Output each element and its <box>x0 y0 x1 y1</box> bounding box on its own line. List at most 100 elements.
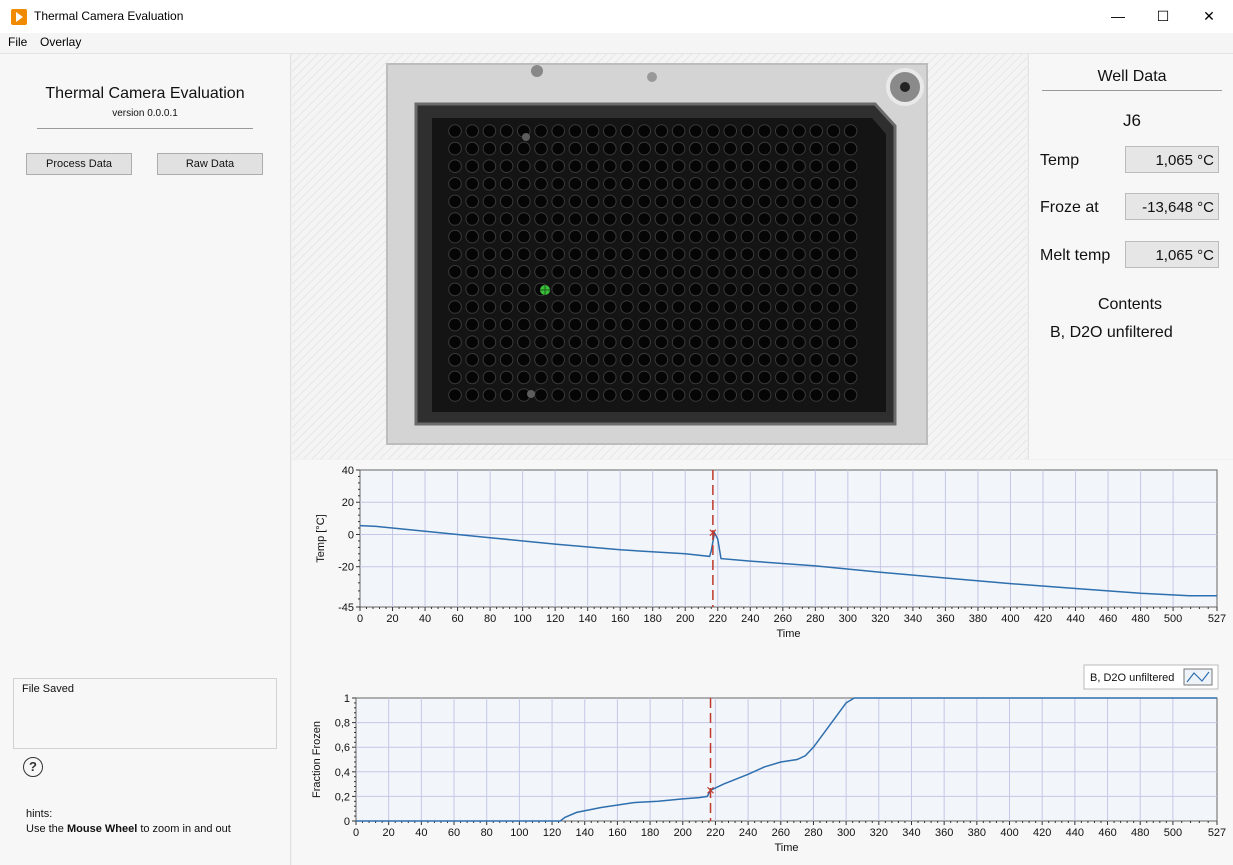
well-7-4[interactable] <box>517 247 531 261</box>
well-12-22[interactable] <box>826 335 841 350</box>
well-15-8[interactable] <box>585 388 600 402</box>
well-10-3[interactable] <box>499 300 514 314</box>
well-10-13[interactable] <box>671 300 686 314</box>
well-13-23[interactable] <box>843 353 858 367</box>
well-5-6[interactable] <box>551 212 566 226</box>
well-13-19[interactable] <box>775 353 789 367</box>
well-1-14[interactable] <box>689 141 703 156</box>
well-12-2[interactable] <box>482 335 497 350</box>
well-12-7[interactable] <box>568 335 583 350</box>
well-4-5[interactable] <box>534 194 548 209</box>
well-14-23[interactable] <box>843 370 858 385</box>
well-1-1[interactable] <box>465 141 479 156</box>
well-12-0[interactable] <box>448 335 462 350</box>
well-10-9[interactable] <box>603 300 617 314</box>
well-11-9[interactable] <box>603 317 617 332</box>
well-9-9[interactable] <box>603 282 617 297</box>
well-10-2[interactable] <box>482 300 497 314</box>
well-2-3[interactable] <box>499 159 514 173</box>
well-3-2[interactable] <box>482 177 497 191</box>
well-6-18[interactable] <box>757 229 772 244</box>
well-11-18[interactable] <box>757 317 772 332</box>
well-14-11[interactable] <box>637 370 652 385</box>
well-12-10[interactable] <box>620 335 634 350</box>
well-2-21[interactable] <box>809 159 824 173</box>
well-6-15[interactable] <box>706 229 720 244</box>
well-10-22[interactable] <box>826 300 841 314</box>
well-9-6[interactable] <box>551 282 566 297</box>
well-4-8[interactable] <box>585 194 600 209</box>
well-2-14[interactable] <box>689 159 703 173</box>
minimize-button[interactable]: — <box>1095 0 1141 33</box>
temperature-chart[interactable]: 0 20 40 60 80 100 120 140 160 180 200 220 240 260 280 3… <box>292 460 1233 655</box>
maximize-button[interactable]: ☐ <box>1140 0 1186 33</box>
well-8-1[interactable] <box>465 265 479 279</box>
well-1-2[interactable] <box>482 141 497 156</box>
well-13-20[interactable] <box>792 353 806 367</box>
well-11-15[interactable] <box>706 317 720 332</box>
well-7-15[interactable] <box>706 247 720 261</box>
well-14-19[interactable] <box>775 370 789 385</box>
well-7-18[interactable] <box>757 247 772 261</box>
well-2-11[interactable] <box>637 159 652 173</box>
well-2-8[interactable] <box>585 159 600 173</box>
well-1-13[interactable] <box>671 141 686 156</box>
well-12-20[interactable] <box>792 335 806 350</box>
well-5-21[interactable] <box>809 212 824 226</box>
well-13-2[interactable] <box>482 353 497 367</box>
well-8-8[interactable] <box>585 265 600 279</box>
well-1-21[interactable] <box>809 141 824 156</box>
well-5-15[interactable] <box>706 212 720 226</box>
well-1-3[interactable] <box>499 141 514 156</box>
well-14-12[interactable] <box>654 370 669 385</box>
well-8-14[interactable] <box>689 265 703 279</box>
well-6-23[interactable] <box>843 229 858 244</box>
well-9-12[interactable] <box>654 282 669 297</box>
well-7-16[interactable] <box>723 247 738 261</box>
well-7-22[interactable] <box>826 247 841 261</box>
well-15-7[interactable] <box>568 388 583 402</box>
well-11-17[interactable] <box>740 317 755 332</box>
well-14-3[interactable] <box>499 370 514 385</box>
well-10-21[interactable] <box>809 300 824 314</box>
well-2-7[interactable] <box>568 159 583 173</box>
well-11-8[interactable] <box>585 317 600 332</box>
well-15-10[interactable] <box>620 388 634 402</box>
well-0-12[interactable] <box>654 124 669 138</box>
well-2-22[interactable] <box>826 159 841 173</box>
well-2-5[interactable] <box>534 159 548 173</box>
well-8-19[interactable] <box>775 265 789 279</box>
well-3-4[interactable] <box>517 177 531 191</box>
well-4-14[interactable] <box>689 194 703 209</box>
well-13-7[interactable] <box>568 353 583 367</box>
raw-data-button[interactable]: Raw Data <box>157 153 263 175</box>
well-6-12[interactable] <box>654 229 669 244</box>
well-10-12[interactable] <box>654 300 669 314</box>
well-12-13[interactable] <box>671 335 686 350</box>
well-8-0[interactable] <box>448 265 462 279</box>
well-2-20[interactable] <box>792 159 806 173</box>
well-9-17[interactable] <box>740 282 755 297</box>
well-5-1[interactable] <box>465 212 479 226</box>
well-1-22[interactable] <box>826 141 841 156</box>
well-12-17[interactable] <box>740 335 755 350</box>
well-6-1[interactable] <box>465 229 479 244</box>
well-12-1[interactable] <box>465 335 479 350</box>
well-3-15[interactable] <box>706 177 720 191</box>
well-6-14[interactable] <box>689 229 703 244</box>
well-9-13[interactable] <box>671 282 686 297</box>
well-4-11[interactable] <box>637 194 652 209</box>
well-6-9[interactable] <box>603 229 617 244</box>
well-12-14[interactable] <box>689 335 703 350</box>
well-3-8[interactable] <box>585 177 600 191</box>
well-13-18[interactable] <box>757 353 772 367</box>
well-0-3[interactable] <box>499 124 514 138</box>
well-5-18[interactable] <box>757 212 772 226</box>
well-15-13[interactable] <box>671 388 686 402</box>
well-13-13[interactable] <box>671 353 686 367</box>
well-11-13[interactable] <box>671 317 686 332</box>
well-8-10[interactable] <box>620 265 634 279</box>
well-3-16[interactable] <box>723 177 738 191</box>
well-8-9[interactable] <box>603 265 617 279</box>
well-3-23[interactable] <box>843 177 858 191</box>
